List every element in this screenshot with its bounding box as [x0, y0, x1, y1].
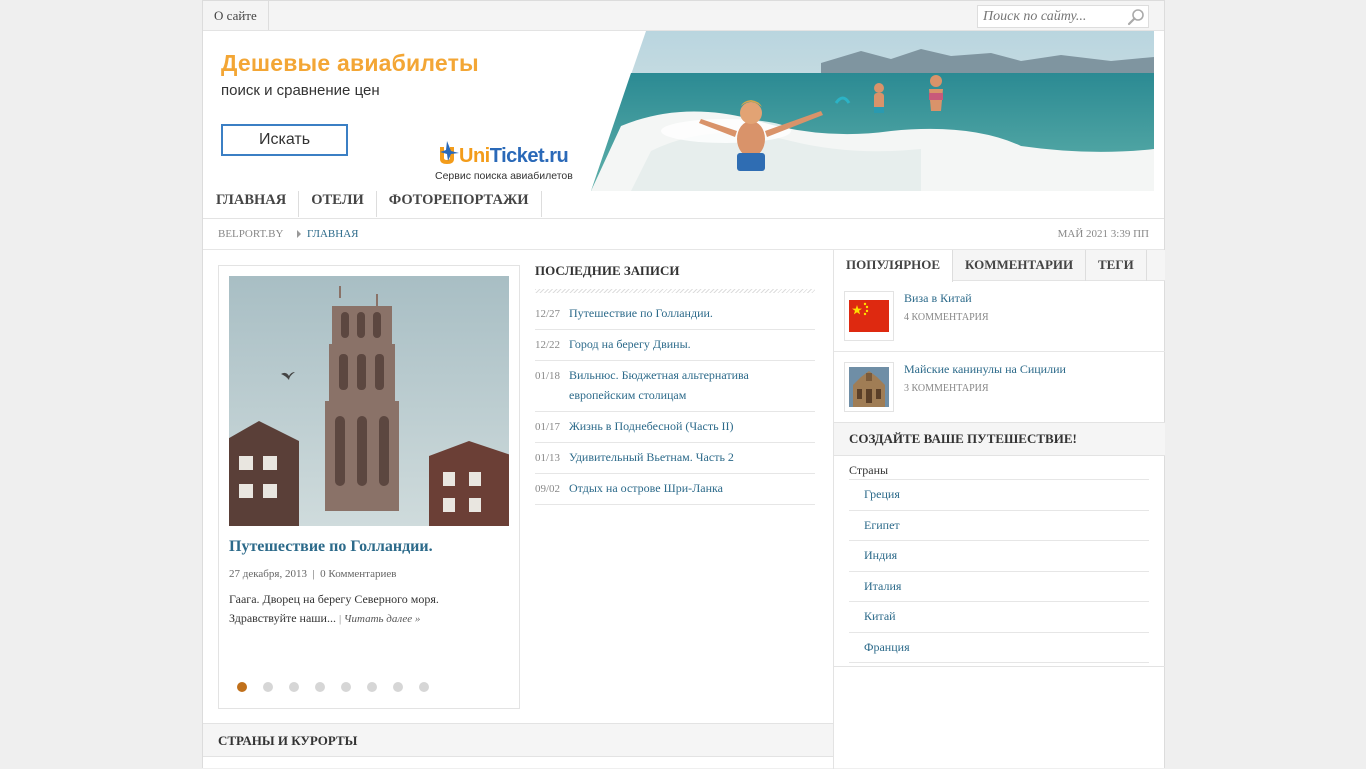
post-link[interactable]: Удивительный Вьетнам. Часть 2	[569, 450, 734, 464]
sidebar: ПОПУЛЯРНОЕ КОММЕНТАРИИ ТЕГИ Виза в Китай…	[833, 250, 1165, 769]
logo-name: UniTicket.ru	[459, 145, 569, 168]
country-link-egypt[interactable]: Египет	[849, 511, 1149, 541]
list-item: 01/18 Вильнюс. Бюджетная альтернатива евр…	[535, 361, 815, 412]
featured-excerpt: Гаага. Дворец на берегу Северного моря. …	[229, 590, 469, 629]
tab-tags[interactable]: ТЕГИ	[1086, 250, 1147, 281]
child-figure-2	[874, 83, 884, 113]
list-item: 09/02 Отдых на острове Шри-Ланка	[535, 474, 815, 505]
post-date: 01/18	[535, 370, 561, 382]
read-more-link[interactable]: Читать далее »	[344, 613, 421, 625]
banner-search-button[interactable]: Искать	[221, 124, 348, 156]
recent-posts-heading: ПОСЛЕДНИЕ ЗАПИСИ	[535, 263, 680, 278]
tab-popular[interactable]: ПОПУЛЯРНОЕ	[834, 250, 954, 282]
post-link[interactable]: Путешествие по Голландии.	[569, 306, 713, 320]
page-wrapper: О сайте Дешевые авиабилеты поиск и сравн…	[202, 0, 1165, 769]
featured-date: 27 декабря, 2013	[229, 568, 307, 580]
sidebar-tabs: ПОПУЛЯРНОЕ КОММЕНТАРИИ ТЕГИ	[834, 250, 1165, 282]
banner-headline: Дешевые авиабилеты	[221, 50, 479, 76]
create-trip-heading: СОЗДАЙТЕ ВАШЕ ПУТЕШЕСТВИЕ!	[849, 431, 1077, 446]
breadcrumb-arrow-icon	[297, 230, 301, 238]
featured-slider: Путешествие по Голландии. 27 декабря, 20…	[218, 265, 520, 709]
slider-dot-7[interactable]	[393, 682, 403, 692]
popular-item: Виза в Китай 4 КОММЕНТАРИЯ	[834, 281, 1165, 352]
resorts-section-header: СТРАНЫ И КУРОРТЫ	[203, 723, 833, 757]
about-link[interactable]: О сайте	[203, 1, 269, 30]
breadcrumb: BELPORT.BY ГЛАВНАЯ МАЙ 2021 3:39 ПП	[203, 219, 1164, 250]
popular-post-title[interactable]: Виза в Китай	[904, 291, 972, 306]
featured-image[interactable]	[229, 276, 509, 526]
slider-dot-8[interactable]	[419, 682, 429, 692]
featured-title[interactable]: Путешествие по Голландии.	[229, 538, 433, 556]
tab-comments[interactable]: КОММЕНТАРИИ	[953, 250, 1087, 281]
post-date: 01/17	[535, 421, 561, 433]
sidebar-divider	[834, 666, 1165, 667]
country-link-china[interactable]: Китай	[849, 602, 1149, 633]
popular-post-comments: 3 КОММЕНТАРИЯ	[904, 383, 989, 394]
list-item: 01/13 Удивительный Вьетнам. Часть 2	[535, 443, 815, 474]
beach-photo	[591, 31, 1154, 191]
popular-post-comments: 4 КОММЕНТАРИЯ	[904, 312, 989, 323]
main-nav: ГЛАВНАЯ ОТЕЛИ ФОТОРЕПОРТАЖИ	[203, 191, 1164, 219]
list-item: 12/27 Путешествие по Голландии.	[535, 299, 815, 330]
cathedral-photo-icon	[849, 367, 889, 407]
child-figure-3	[929, 75, 943, 111]
countries-list: Страны Греция Египет Индия Италия Китай …	[849, 460, 1149, 663]
top-bar: О сайте	[203, 1, 1164, 31]
logo-tagline: Сервис поиска авиабилетов	[435, 170, 573, 182]
post-link[interactable]: Город на берегу Двины.	[569, 337, 691, 351]
breadcrumb-site[interactable]: BELPORT.BY	[218, 228, 283, 240]
recent-posts-list: 12/27 Путешествие по Голландии. 12/22 Горо…	[535, 299, 815, 505]
slider-dot-2[interactable]	[263, 682, 273, 692]
post-date: 09/02	[535, 483, 561, 495]
search-box	[977, 5, 1149, 28]
featured-comments[interactable]: 0 Комментариев	[320, 568, 396, 580]
slider-dot-3[interactable]	[289, 682, 299, 692]
logo-name-part2: Ticket.ru	[489, 145, 569, 167]
post-thumbnail[interactable]	[844, 362, 894, 412]
resorts-heading: СТРАНЫ И КУРОРТЫ	[218, 733, 358, 748]
slider-dot-5[interactable]	[341, 682, 351, 692]
nav-item-home[interactable]: ГЛАВНАЯ	[203, 191, 300, 217]
list-item: 01/17 Жизнь в Поднебесной (Часть II)	[535, 412, 815, 443]
post-date: 12/27	[535, 308, 561, 320]
banner-subline: поиск и сравнение цен	[221, 82, 380, 99]
slider-dot-6[interactable]	[367, 682, 377, 692]
country-link-italy[interactable]: Италия	[849, 572, 1149, 602]
recent-posts: ПОСЛЕДНИЕ ЗАПИСИ 12/27 Путешествие по Гол…	[535, 263, 815, 505]
country-link-france[interactable]: Франция	[849, 633, 1149, 663]
slider-dot-1[interactable]	[237, 682, 247, 692]
magnifier-icon[interactable]	[1127, 8, 1145, 26]
country-link-india[interactable]: Индия	[849, 541, 1149, 572]
current-datetime: МАЙ 2021 3:39 ПП	[1057, 228, 1149, 240]
meta-separator: |	[312, 568, 315, 580]
popular-post-title[interactable]: Майские канинулы на Сицилии	[904, 362, 1066, 377]
post-link[interactable]: Отдых на острове Шри-Ланка	[569, 481, 723, 495]
featured-meta: 27 декабря, 2013 | 0 Комментариев	[229, 568, 396, 580]
post-link[interactable]: Жизнь в Поднебесной (Часть II)	[569, 419, 734, 433]
post-thumbnail[interactable]	[844, 291, 894, 341]
search-input[interactable]	[978, 6, 1124, 27]
post-date: 12/22	[535, 339, 561, 351]
post-date: 01/13	[535, 452, 561, 464]
country-link-greece[interactable]: Греция	[849, 480, 1149, 511]
ad-banner[interactable]: Дешевые авиабилеты поиск и сравнение цен…	[203, 31, 1154, 191]
create-trip-header: СОЗДАЙТЕ ВАШЕ ПУТЕШЕСТВИЕ!	[834, 422, 1165, 456]
countries-label: Страны	[849, 460, 1149, 480]
popular-item: Майские канинулы на Сицилии 3 КОММЕНТАРИ…	[834, 352, 1165, 423]
heading-divider	[535, 289, 815, 293]
china-flag-icon	[849, 300, 889, 332]
plane-logo-icon	[440, 141, 459, 164]
logo-name-part1: Uni	[459, 145, 490, 167]
slider-dot-4[interactable]	[315, 682, 325, 692]
nav-item-hotels[interactable]: ОТЕЛИ	[299, 191, 377, 217]
post-link[interactable]: Вильнюс. Бюджетная альтернатива европейс…	[569, 368, 749, 402]
breadcrumb-current[interactable]: ГЛАВНАЯ	[307, 228, 359, 240]
list-item: 12/22 Город на берегу Двины.	[535, 330, 815, 361]
nav-item-photoreports[interactable]: ФОТОРЕПОРТАЖИ	[377, 191, 542, 217]
